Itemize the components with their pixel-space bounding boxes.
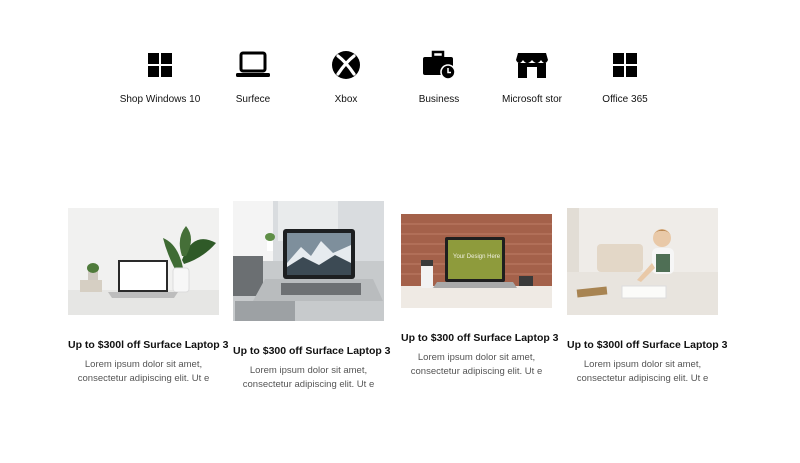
- laptop-on-desk-with-plant-photo: [68, 208, 219, 315]
- nav-label: Office 365: [602, 94, 648, 105]
- laptop-icon: [236, 51, 270, 77]
- nav-item-office-365[interactable]: Office 365: [575, 50, 675, 105]
- xbox-logo-icon: [332, 51, 360, 79]
- product-nav: Shop Windows 10 Surfece Xbox Business Mi…: [0, 0, 800, 120]
- nav-item-shop-windows[interactable]: Shop Windows 10: [110, 50, 210, 105]
- card-description: Lorem ipsum dolor sit amet, consectetur …: [77, 359, 210, 384]
- nav-item-surface[interactable]: Surfece: [203, 50, 303, 105]
- nav-label: Microsoft stor: [501, 94, 562, 105]
- nav-label: Xbox: [334, 94, 358, 105]
- promo-card[interactable]: Your Design Here Up to $300 off Surface …: [401, 214, 559, 379]
- briefcase-clock-icon: [423, 50, 456, 80]
- nav-item-microsoft-store[interactable]: Microsoft stor: [482, 50, 582, 105]
- card-title: Up to $300 off Surface Laptop 3: [233, 345, 391, 357]
- girl-studying-at-table-photo: [567, 208, 718, 315]
- promo-card[interactable]: Up to $300l off Surface Laptop 3 Lorem i…: [567, 208, 728, 386]
- card-title: Up to $300 off Surface Laptop 3: [401, 332, 559, 344]
- windows-logo-icon: [613, 53, 637, 77]
- nav-label: Shop Windows 10: [119, 94, 201, 105]
- card-description: Lorem ipsum dolor sit amet, consectetur …: [242, 365, 375, 390]
- card-title: Up to $300l off Surface Laptop 3: [567, 339, 728, 351]
- nav-label: Business: [418, 94, 460, 105]
- card-description: Lorem ipsum dolor sit amet, consectetur …: [410, 352, 543, 377]
- card-title: Up to $300l off Surface Laptop 3: [68, 339, 229, 351]
- card-description: Lorem ipsum dolor sit amet, consectetur …: [576, 359, 709, 384]
- store-icon: [516, 53, 548, 78]
- laptop-brick-wall-photo: Your Design Here: [401, 214, 552, 308]
- promo-card[interactable]: Up to $300 off Surface Laptop 3 Lorem ip…: [233, 201, 391, 392]
- laptop-mountain-wallpaper-photo: [233, 201, 384, 321]
- windows-logo-icon: [148, 53, 172, 77]
- nav-item-xbox[interactable]: Xbox: [296, 50, 396, 105]
- laptop-screen-text: Your Design Here: [453, 254, 501, 260]
- nav-label: Surfece: [235, 94, 271, 105]
- nav-item-business[interactable]: Business: [389, 50, 489, 105]
- promo-card[interactable]: Up to $300l off Surface Laptop 3 Lorem i…: [68, 208, 229, 386]
